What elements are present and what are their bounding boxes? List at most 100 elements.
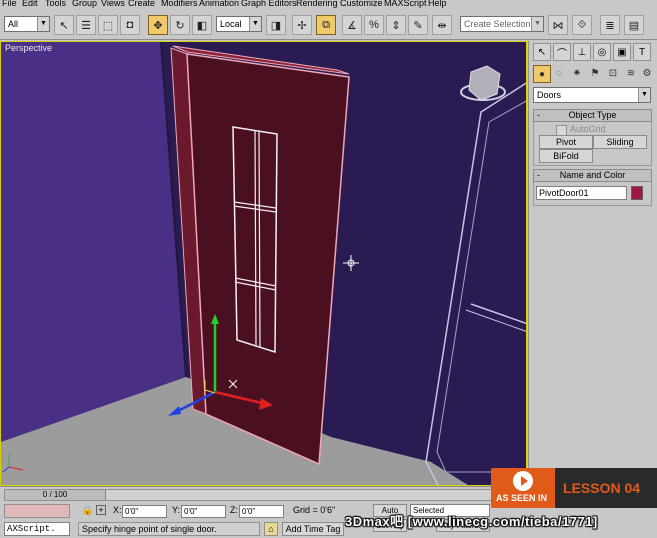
hammer-icon: T	[638, 46, 646, 58]
chevron-down-icon: ▼	[531, 17, 543, 31]
viewport-label[interactable]: Perspective	[5, 43, 52, 53]
rotate-icon: ↻	[175, 19, 185, 32]
mirror-tool-button[interactable]: ⋈	[548, 15, 568, 35]
align-button[interactable]: ⟐	[572, 15, 592, 35]
curve-editor-button[interactable]: ▤	[624, 15, 644, 35]
viewport-scene	[1, 42, 526, 485]
menu-help[interactable]: Help	[428, 0, 447, 8]
time-slider-thumb[interactable]: 0 / 100	[5, 490, 106, 500]
systems-icon: ⚙	[642, 67, 652, 79]
lock-icon[interactable]: 🔒	[82, 505, 93, 516]
rectangular-selection-button[interactable]: ⬚	[98, 15, 118, 35]
name-and-color-rollout-header[interactable]: - Name and Color	[533, 169, 652, 182]
time-slider[interactable]: 0 / 100	[4, 489, 524, 501]
z-label: Z:	[230, 505, 238, 515]
mirror-triangle-icon: ⋈	[552, 19, 564, 32]
abc-icon: ✎	[413, 19, 423, 32]
spinner-snap-icon: ⇕	[391, 19, 401, 32]
tab-motion[interactable]: ◎	[593, 43, 611, 61]
systems-category-button[interactable]: ⚙	[639, 65, 655, 81]
menu-create[interactable]: Create	[128, 0, 155, 8]
y-coord-input[interactable]: 0'0"	[181, 505, 226, 518]
menu-edit[interactable]: Edit	[22, 0, 38, 8]
cameras-category-button[interactable]: ⚑	[587, 65, 603, 81]
helper-icon: ⊡	[608, 67, 618, 79]
sphere-icon: ●	[538, 68, 546, 80]
command-panel: ↖ ⌒ ⊥ ◎ ▣ T ● ◌ ✷ ⚑ ⊡ ≋ ⚙ Doors ▼ - Obje…	[528, 41, 657, 486]
select-manipulate-button[interactable]: ✢	[292, 15, 312, 35]
helpers-category-button[interactable]: ⊡	[605, 65, 621, 81]
tab-display[interactable]: ▣	[613, 43, 631, 61]
edit-named-selections-button[interactable]: ✎	[408, 15, 428, 35]
object-category-dropdown[interactable]: Doors ▼	[533, 87, 651, 103]
select-and-rotate-button[interactable]: ↻	[170, 15, 190, 35]
menu-rendering[interactable]: Rendering	[296, 0, 338, 8]
menu-views[interactable]: Views	[101, 0, 125, 8]
menu-animation[interactable]: Animation	[199, 0, 239, 8]
menu-customize[interactable]: Customize	[340, 0, 383, 8]
light-icon: ✷	[572, 67, 582, 79]
chevron-down-icon: ▼	[249, 17, 261, 31]
align-icon: ⟐	[577, 18, 587, 31]
layers-icon: ≣	[605, 19, 615, 32]
select-and-scale-button[interactable]: ◧	[192, 15, 212, 35]
select-object-button[interactable]: ↖	[54, 15, 74, 35]
menu-tools[interactable]: Tools	[45, 0, 66, 8]
tab-create[interactable]: ↖	[533, 43, 551, 61]
left-wall	[1, 42, 186, 442]
angle-snap-button[interactable]: ∡	[342, 15, 362, 35]
window-crossing-button[interactable]: ◘	[120, 15, 140, 35]
menu-group[interactable]: Group	[72, 0, 97, 8]
crossing-icon: ◘	[126, 19, 134, 31]
time-tag-icon[interactable]: ⌂	[264, 522, 278, 536]
menu-maxscript[interactable]: MAXScript	[384, 0, 427, 8]
mirror-button[interactable]: ⇹	[432, 15, 452, 35]
object-type-title: Object Type	[568, 110, 617, 120]
lights-category-button[interactable]: ✷	[569, 65, 585, 81]
object-color-swatch[interactable]	[631, 186, 643, 200]
x-coord-input[interactable]: 0'0"	[122, 505, 167, 518]
tab-hierarchy[interactable]: ⊥	[573, 43, 591, 61]
as-seen-in-box: AS SEEN IN	[491, 468, 555, 508]
list-icon: ☰	[81, 19, 91, 32]
z-coord-input[interactable]: 0'0"	[239, 505, 284, 518]
pivot-door-button[interactable]: Pivot	[539, 135, 593, 149]
move-icon: ✥	[153, 19, 163, 32]
spinner-snap-button[interactable]: ⇕	[386, 15, 406, 35]
add-time-tag-button[interactable]: Add Time Tag	[282, 522, 344, 536]
autogrid-label: AutoGrid	[570, 124, 606, 134]
pivot-center-button[interactable]: ◨	[266, 15, 286, 35]
x-label: X:	[113, 505, 122, 515]
camera-icon: ⚑	[590, 67, 600, 79]
menu-file[interactable]: File	[2, 0, 17, 8]
snap-icon: ⧉	[322, 18, 330, 31]
layer-manager-button[interactable]: ≣	[600, 15, 620, 35]
absolute-mode-icon[interactable]: +	[96, 505, 106, 515]
y-label: Y:	[172, 505, 181, 515]
lesson-badge: AS SEEN IN LESSON 04	[491, 468, 657, 508]
maxscript-listener-field[interactable]: AXScript.	[4, 522, 70, 536]
tab-modify[interactable]: ⌒	[553, 43, 571, 61]
reference-coord-dropdown[interactable]: Local ▼	[216, 16, 262, 32]
select-by-name-button[interactable]: ☰	[76, 15, 96, 35]
sliding-door-button[interactable]: Sliding	[593, 135, 647, 149]
select-and-move-button[interactable]: ✥	[148, 15, 168, 35]
object-type-rollout-header[interactable]: - Object Type	[533, 109, 652, 122]
tab-utilities[interactable]: T	[633, 43, 651, 61]
object-name-input[interactable]: PivotDoor01	[536, 186, 627, 200]
shapes-category-button[interactable]: ◌	[551, 65, 567, 81]
selection-filter-dropdown[interactable]: All ▼	[4, 16, 50, 32]
menu-graph-editors[interactable]: Graph Editors	[241, 0, 297, 8]
ref-coord-value: Local	[220, 19, 242, 29]
spacewarps-category-button[interactable]: ≋	[623, 65, 639, 81]
percent-snap-button[interactable]: %	[364, 15, 384, 35]
geometry-category-button[interactable]: ●	[533, 65, 551, 83]
object-category-value: Doors	[537, 90, 562, 100]
named-selection-dropdown[interactable]: Create Selection Set ▼	[460, 16, 544, 32]
menu-modifiers[interactable]: Modifiers	[161, 0, 198, 8]
selection-status-field	[4, 504, 70, 518]
bifold-door-button[interactable]: BiFold	[539, 149, 593, 163]
perspective-viewport[interactable]: Perspective	[0, 41, 527, 486]
hierarchy-icon: ⊥	[577, 46, 587, 58]
snap-toggle-button[interactable]: ⧉	[316, 15, 336, 35]
